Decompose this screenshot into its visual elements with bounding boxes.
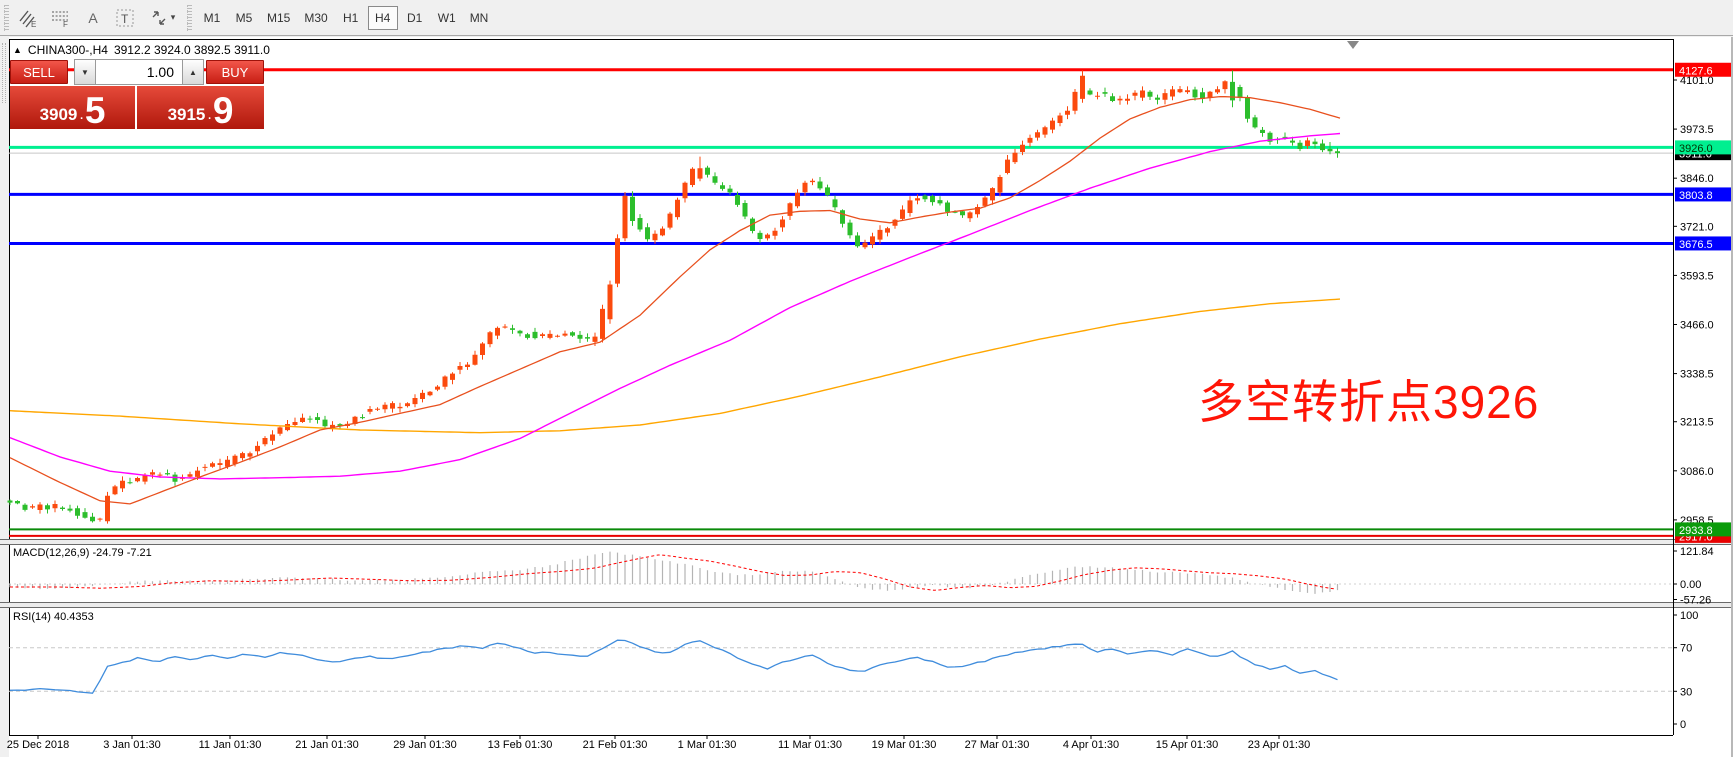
price-tick-label: 3086.0 [1680,466,1714,478]
fibonacci-icon: F [50,7,72,29]
timeframe-bar: M1M5M15M30H1H4D1W1MN [196,6,495,30]
collapse-arrow-icon[interactable]: ▲ [13,45,22,55]
macd-tick-label: -57.26 [1680,595,1711,607]
buy-price-dot: . [207,107,211,123]
one-click-trading-panel: SELL ▼ 1.00 ▲ BUY 3909.5 3915.9 [10,58,264,129]
sell-price-panel[interactable]: 3909.5 [10,86,135,129]
price-tick-label: 3846.0 [1680,173,1714,185]
arrows-tool-button[interactable]: ▾ [142,5,182,31]
timeframe-m15[interactable]: M15 [261,6,296,30]
sell-price-frac: 5 [85,96,106,126]
macd-tick-label: 121.84 [1680,546,1714,558]
channels-icon: E [18,7,40,29]
chart-ohlc-readout: 3912.2 3924.0 3892.5 3911.0 [114,43,270,57]
sell-price-int: 3909 [40,106,78,123]
volume-input[interactable]: 1.00 [96,59,182,85]
rsi-tick-label: 0 [1680,719,1686,731]
timeframe-w1[interactable]: W1 [432,6,462,30]
buy-button[interactable]: BUY [206,60,264,84]
svg-text:T: T [121,12,129,26]
macd-indicator-label: MACD(12,26,9) -24.79 -7.21 [13,547,152,559]
chart-symbol-period: CHINA300-,H4 [28,43,108,57]
price-tick-label: 3338.5 [1680,369,1714,381]
price-tick-label: 3593.5 [1680,270,1714,282]
timeframe-h4[interactable]: H4 [368,6,398,30]
price-tick-label: 3213.5 [1680,417,1714,429]
timeframe-m30[interactable]: M30 [298,6,333,30]
macd-tick-label: 0.00 [1680,579,1701,591]
price-tick-label: 3973.5 [1680,124,1714,136]
timeframe-m5[interactable]: M5 [229,6,259,30]
time-axis-label: 4 Apr 01:30 [1063,739,1119,751]
time-axis-label: 13 Feb 01:30 [488,739,553,751]
time-axis-label: 15 Apr 01:30 [1156,739,1218,751]
time-axis-label: 27 Mar 01:30 [965,739,1030,751]
time-axis-label: 19 Mar 01:30 [872,739,937,751]
text-label-tool-button[interactable]: T [110,5,140,31]
timeframe-mn[interactable]: MN [464,6,495,30]
chart-title-bar: ▲ CHINA300-,H4 3912.2 3924.0 3892.5 3911… [13,42,270,57]
price-flag-label: 2933.8 [1679,525,1713,537]
chart-annotation-text: 多空转折点3926 [1198,366,1539,432]
text-icon: A [88,10,97,26]
time-axis-label: 21 Feb 01:30 [583,739,648,751]
svg-text:F: F [63,20,68,29]
toolbar-grip[interactable] [4,5,9,31]
timeframe-h1[interactable]: H1 [336,6,366,30]
buy-price-frac: 9 [213,96,234,126]
price-flag-label: 3676.5 [1679,239,1713,251]
price-flag-label: 3926.0 [1679,143,1713,155]
rsi-indicator-label: RSI(14) 40.4353 [13,611,94,623]
price-flag-label: 4127.6 [1679,65,1713,77]
time-axis-label: 29 Jan 01:30 [393,739,457,751]
time-axis-label: 1 Mar 01:30 [678,739,737,751]
arrows-dropdown-caret[interactable]: ▾ [171,12,176,23]
price-tick-label: 3721.0 [1680,221,1714,233]
sell-button[interactable]: SELL [10,60,68,84]
time-axis-label: 3 Jan 01:30 [103,739,161,751]
buy-price-panel[interactable]: 3915.9 [137,86,264,129]
time-axis-label: 21 Jan 01:30 [295,739,359,751]
rsi-tick-label: 30 [1680,686,1692,698]
top-toolbar: E F A T ▾ M1M5M15M30H1H4D1W1MN [0,0,1733,36]
arrows-icon [149,8,169,28]
channels-tool-button[interactable]: E [14,5,44,31]
rsi-tick-label: 70 [1680,643,1692,655]
price-tick-label: 3466.0 [1680,319,1714,331]
text-label-icon: T [114,7,136,29]
rsi-tick-label: 100 [1680,610,1698,622]
price-flag-label: 3803.8 [1679,190,1713,202]
volume-decrease-button[interactable]: ▼ [74,59,96,85]
time-axis-label: 11 Jan 01:30 [199,739,262,751]
svg-text:E: E [31,20,36,29]
time-axis[interactable]: 25 Dec 2018 3 Jan 01:30 11 Jan 01:30 21 Jan… [0,736,1733,757]
time-axis-label: 25 Dec 2018 [7,739,69,751]
volume-increase-button[interactable]: ▲ [182,59,204,85]
timeframe-m1[interactable]: M1 [197,6,227,30]
text-tool-button[interactable]: A [78,5,108,31]
fibonacci-tool-button[interactable]: F [46,5,76,31]
timeframe-d1[interactable]: D1 [400,6,430,30]
toolbar-grip-2[interactable] [187,5,192,31]
time-axis-label: 23 Apr 01:30 [1248,739,1310,751]
buy-price-int: 3915 [168,106,206,123]
sell-price-dot: . [79,107,83,123]
time-axis-label: 11 Mar 01:30 [778,739,842,751]
